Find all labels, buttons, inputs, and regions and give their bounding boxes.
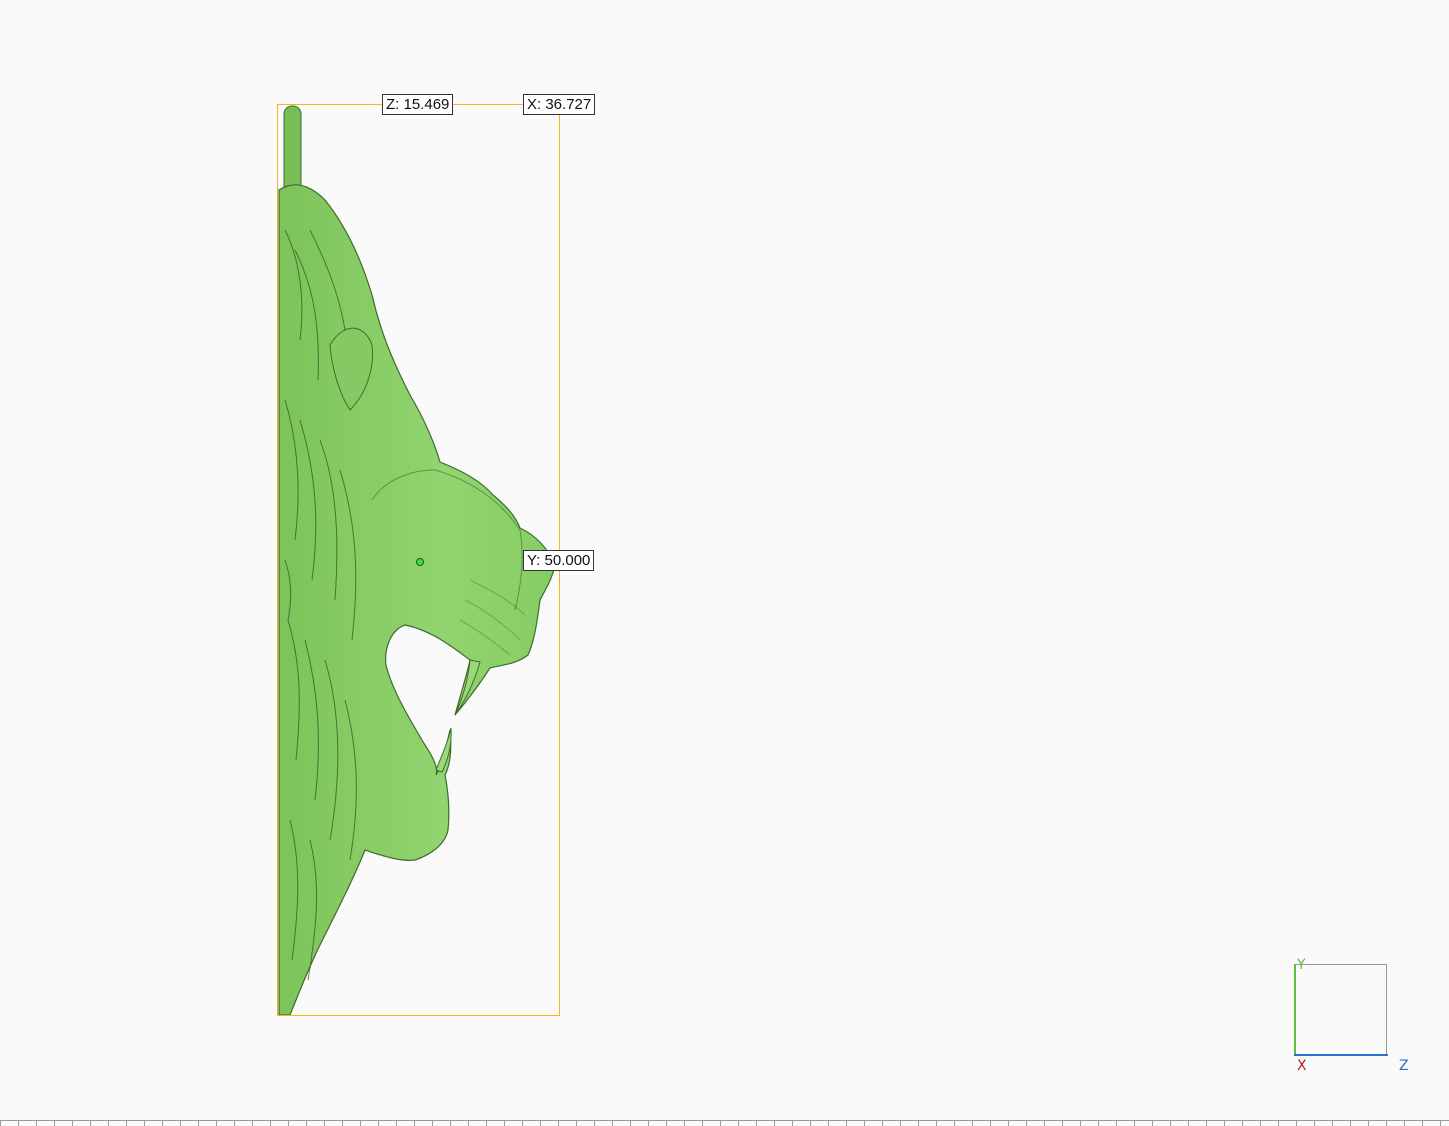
y-axis-line (1294, 964, 1296, 1056)
axis-gizmo[interactable]: Y X Z (1290, 957, 1410, 1078)
lion-head-model[interactable] (0, 0, 1449, 1125)
bounding-box (277, 104, 560, 1016)
z-dimension-label: Z: 15.469 (382, 94, 454, 115)
y-dimension-label: Y: 50.000 (523, 550, 595, 571)
axis-gizmo-frame (1294, 964, 1387, 1056)
bottom-ruler (0, 1120, 1449, 1126)
z-axis-line (1294, 1054, 1388, 1056)
3d-viewport[interactable]: Z: 15.469 X: 36.727 Y: 50.000 Y X Z (0, 0, 1449, 1126)
x-dimension-label: X: 36.727 (523, 94, 596, 115)
x-axis-label: X (1297, 1058, 1307, 1074)
y-axis-label: Y (1297, 957, 1306, 973)
z-axis-label: Z (1399, 1058, 1409, 1074)
